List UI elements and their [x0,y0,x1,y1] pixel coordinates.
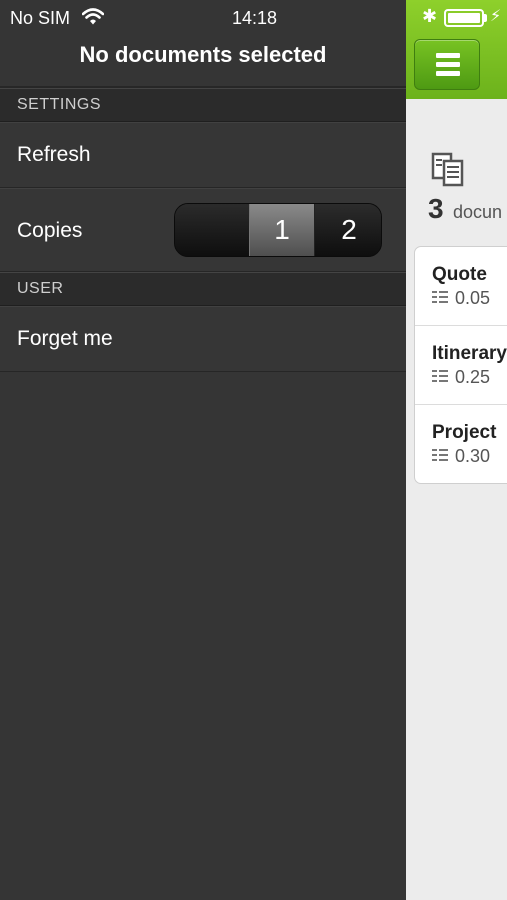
main-header: ✱ ⚡ [406,0,507,99]
segment-empty [175,204,249,256]
document-list: Quote 0.05 Itinerary 0.25 Project 0.30 [414,246,507,484]
documents-icon [431,152,464,187]
document-count: 3 [428,193,444,224]
status-bar: No SIM 14:18 [0,0,406,36]
refresh-label: Refresh [17,143,91,166]
status-time: 14:18 [232,8,278,28]
settings-section-header: SETTINGS [0,88,406,122]
document-value: 0.25 [455,367,491,387]
main-panel: ✱ ⚡ 3 docun Quote 0.05 Itinerary 0.25 Pr… [406,0,507,900]
refresh-row[interactable]: Refresh [0,122,406,188]
menu-icon [436,53,460,58]
carrier-label: No SIM [10,8,71,28]
document-name: Project [432,422,497,443]
battery-tip [484,14,487,22]
list-item[interactable]: Itinerary 0.25 [415,326,507,405]
list-item[interactable]: Quote 0.05 [415,247,507,326]
copies-option-1[interactable]: 1 [249,204,315,256]
document-list-icon [432,449,448,461]
document-count-label: docun [453,202,503,222]
wifi-icon [82,8,104,25]
copies-option-2[interactable]: 2 [315,204,381,256]
document-list-icon [432,370,448,382]
list-item[interactable]: Project 0.30 [415,405,507,484]
forget-me-row[interactable]: Forget me [0,306,406,372]
menu-button[interactable] [414,39,480,90]
bluetooth-icon: ✱ [422,6,438,26]
forget-me-label: Forget me [17,327,113,350]
copies-label: Copies [17,219,83,242]
copies-segmented-control[interactable]: 1 2 [174,203,382,257]
document-list-icon [432,291,448,303]
user-section-header: USER [0,272,406,306]
document-value: 0.30 [455,446,491,466]
document-name: Quote [432,264,487,285]
drawer-title: No documents selected [79,42,327,67]
document-value: 0.05 [455,288,491,308]
charging-icon: ⚡ [490,8,502,25]
battery-icon [444,9,484,27]
document-name: Itinerary [432,343,507,364]
settings-drawer: No SIM 14:18 No documents selected SETTI… [0,0,406,900]
